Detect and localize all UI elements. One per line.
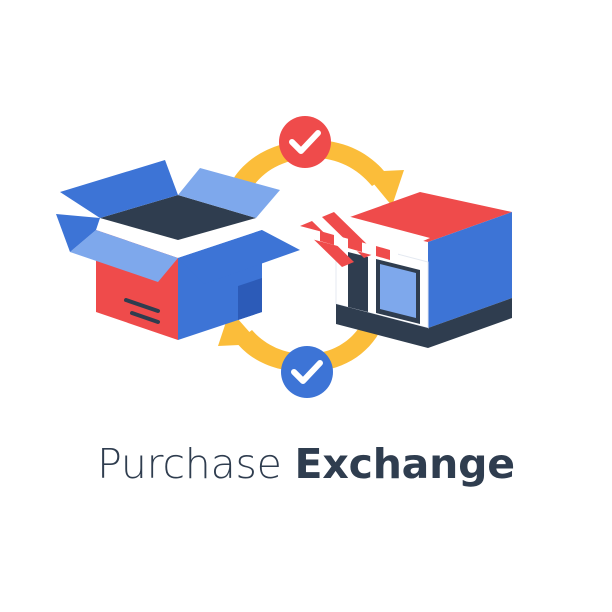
storefront-icon xyxy=(300,192,512,348)
top-checkmark-badge xyxy=(279,116,331,168)
caption-title: Purchase Exchange xyxy=(0,438,612,490)
caption-bold-text: Exchange xyxy=(294,440,516,488)
open-box-icon xyxy=(56,160,300,340)
bottom-checkmark-badge xyxy=(281,346,333,398)
purchase-exchange-illustration xyxy=(56,116,512,398)
caption-light-text: Purchase xyxy=(97,440,282,488)
